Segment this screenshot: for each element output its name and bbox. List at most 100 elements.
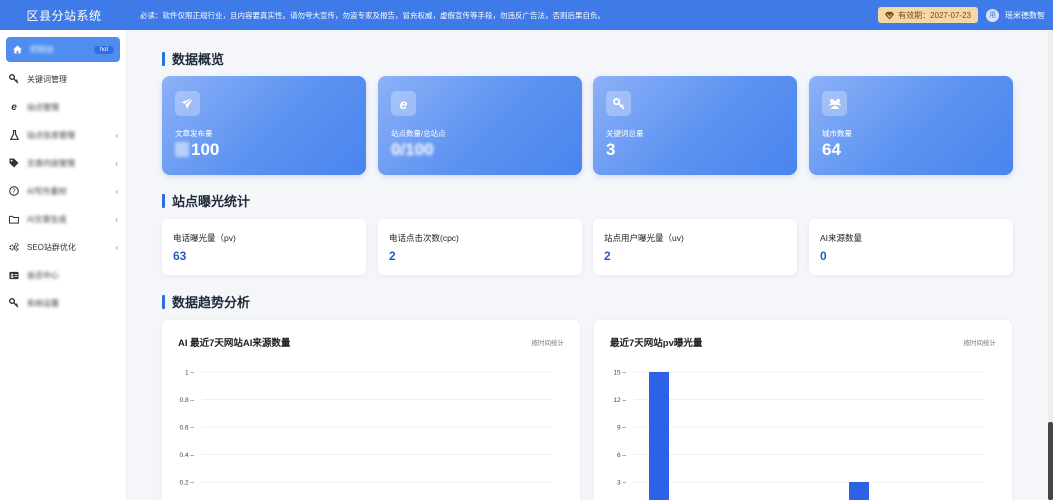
tag-icon: [9, 158, 19, 168]
users-icon: [822, 91, 847, 116]
section-title-overview: 数据概览: [162, 49, 224, 68]
sidebar-item-label: 关键词管理: [27, 74, 67, 84]
sidebar-item-articles[interactable]: 文章内容管理 ‹: [6, 149, 120, 177]
hot-badge: hot: [93, 45, 114, 54]
y-tick-label: 0.2 –: [180, 480, 195, 487]
y-tick-label: 9 –: [617, 425, 626, 432]
exposure-label: 电话曝光量（pv): [173, 233, 236, 243]
sidebar-item-label: SEO站群优化: [27, 242, 76, 252]
section-title-text: 数据趋势分析: [172, 295, 251, 310]
stat-card-sites[interactable]: e 站点数量/总站点 0/100: [378, 76, 582, 175]
y-tick-label: 12 –: [613, 397, 626, 404]
ie-icon: e: [391, 91, 416, 116]
sidebar-item-label: 站点管理: [27, 102, 59, 112]
sidebar-item-label: 会员中心: [27, 270, 59, 280]
chart-title: 最近7天网站pv曝光量: [610, 338, 703, 349]
exposure-value: 0: [820, 249, 827, 263]
folder-icon: [9, 214, 19, 224]
sidebar-item-label: AI文章生成: [27, 214, 67, 224]
chart-subtitle: 按时间统计: [963, 340, 997, 347]
y-tick-label: 15 –: [613, 370, 626, 377]
paper-plane-icon: [175, 91, 200, 116]
sidebar-item-site-info[interactable]: 站点信息管理 ‹: [6, 121, 120, 149]
stat-label: 站点数量/总站点: [391, 129, 446, 138]
main-content: 数据概览 文章发布量 100 e 站点数量/总站点 0/100 关键词总量 3 …: [127, 30, 1053, 500]
chart-subtitle: 按时间统计: [531, 340, 565, 347]
section-title-text: 站点曝光统计: [172, 194, 251, 209]
exposure-label: AI来源数量: [820, 233, 863, 243]
y-tick-label: 3 –: [617, 480, 626, 487]
scrollbar-thumb[interactable]: [1048, 422, 1053, 500]
diamond-icon: [885, 11, 895, 20]
top-bar: 区县分站系统 必读：软件仅限正规行业，且内容要真实性。请勿夸大宣传，勿盗专家及报…: [0, 0, 1053, 30]
stat-value: 64: [822, 140, 841, 159]
chevron-left-icon: ‹: [115, 242, 118, 252]
section-title-exposure: 站点曝光统计: [162, 191, 250, 210]
stat-value: 100: [175, 140, 219, 160]
bar[interactable]: [849, 482, 869, 500]
exposure-value: 2: [604, 249, 611, 263]
svg-text:?: ?: [12, 188, 16, 196]
section-accent-bar: [162, 294, 165, 309]
notice-text: 必读：软件仅限正规行业，且内容要真实性。请勿夸大宣传，勿盗专家及报告，冒充权威，…: [140, 10, 605, 20]
ie-icon: e: [11, 101, 17, 113]
ai-sources-chart: 1 – 0.8 – 0.6 – 0.4 – 0.2 –: [180, 370, 552, 487]
user-name: 瑶米德数智: [1005, 10, 1045, 20]
chevron-left-icon: ‹: [115, 214, 118, 224]
key-icon: [606, 91, 631, 116]
chart-panel-ai-sources: AI 最近7天网站AI来源数量 按时间统计 1 – 0.8 – 0.6 – 0.4 –…: [162, 320, 580, 500]
brand-title[interactable]: 区县分站系统: [0, 0, 128, 30]
y-tick-label: 0.8 –: [180, 397, 195, 404]
stat-card-articles[interactable]: 文章发布量 100: [162, 76, 366, 175]
question-icon: ?: [9, 186, 19, 196]
expire-badge: 有效期：2027-07-23: [878, 7, 978, 23]
expire-label: 有效期：2027-07-23: [898, 10, 971, 20]
section-accent-bar: [162, 51, 165, 66]
y-tick-label: 0.6 –: [180, 425, 195, 432]
exposure-value: 2: [389, 249, 396, 263]
exposure-label: 站点用户曝光量（uv): [604, 233, 684, 243]
bar[interactable]: [649, 372, 669, 500]
stat-value: 0/100: [391, 140, 434, 159]
stat-label: 城市数量: [822, 129, 852, 138]
cogs-icon: [9, 242, 19, 252]
key-icon: [9, 74, 19, 84]
stat-card-cities[interactable]: 城市数量 64: [809, 76, 1013, 175]
sidebar-item-dashboard[interactable]: 控制台 hot: [6, 37, 120, 62]
chevron-left-icon: ‹: [115, 130, 118, 140]
sidebar-item-settings[interactable]: 系统设置: [6, 289, 120, 317]
user-menu[interactable]: 用 瑶米德数智: [986, 8, 1045, 22]
exposure-card-ai[interactable]: AI来源数量 0: [809, 219, 1013, 275]
exposure-label: 电话点击次数(cpc): [389, 233, 459, 243]
stat-value: 3: [606, 140, 616, 159]
section-accent-bar: [162, 193, 165, 208]
sidebar-item-label: 文章内容管理: [27, 158, 75, 168]
y-tick-label: 6 –: [617, 452, 626, 459]
exposure-card-pv[interactable]: 电话曝光量（pv) 63: [162, 219, 366, 275]
exposure-value: 63: [173, 249, 187, 263]
exposure-card-cpc[interactable]: 电话点击次数(cpc) 2: [378, 219, 582, 275]
sidebar-item-seo[interactable]: SEO站群优化 ‹: [6, 233, 120, 261]
section-title-trend: 数据趋势分析: [162, 292, 250, 311]
sidebar: 控制台 hot 关键词管理 e 站点管理 站点信息管理 ‹ 文章内容管理 ‹ ?…: [0, 30, 127, 500]
sidebar-item-label: 站点信息管理: [27, 130, 75, 140]
sidebar-item-members[interactable]: 会员中心: [6, 261, 120, 289]
stat-value-text: 100: [191, 140, 220, 159]
key-icon: [9, 298, 19, 308]
stat-card-keywords[interactable]: 关键词总量 3: [593, 76, 797, 175]
chevron-left-icon: ‹: [115, 186, 118, 196]
sidebar-item-label: 系统设置: [27, 298, 59, 308]
pv-chart: 15 – 12 – 9 – 6 – 3 –: [613, 370, 984, 500]
sidebar-item-label: AI写作素材: [27, 186, 67, 196]
sidebar-item-ai-articles[interactable]: AI文章生成 ‹: [6, 205, 120, 233]
id-card-icon: [9, 270, 19, 280]
section-title-text: 数据概览: [172, 52, 225, 67]
y-tick-label: 0.4 –: [180, 452, 195, 459]
chart-panel-pv: 最近7天网站pv曝光量 按时间统计 15 – 12 – 9 – 6 – 3 –: [594, 320, 1012, 500]
home-icon: [12, 45, 22, 55]
sidebar-item-keywords[interactable]: 关键词管理: [6, 65, 120, 93]
sidebar-item-sites[interactable]: e 站点管理: [6, 93, 120, 121]
chevron-left-icon: ‹: [115, 158, 118, 168]
sidebar-item-ai-material[interactable]: ? AI写作素材 ‹: [6, 177, 120, 205]
exposure-card-uv[interactable]: 站点用户曝光量（uv) 2: [593, 219, 797, 275]
